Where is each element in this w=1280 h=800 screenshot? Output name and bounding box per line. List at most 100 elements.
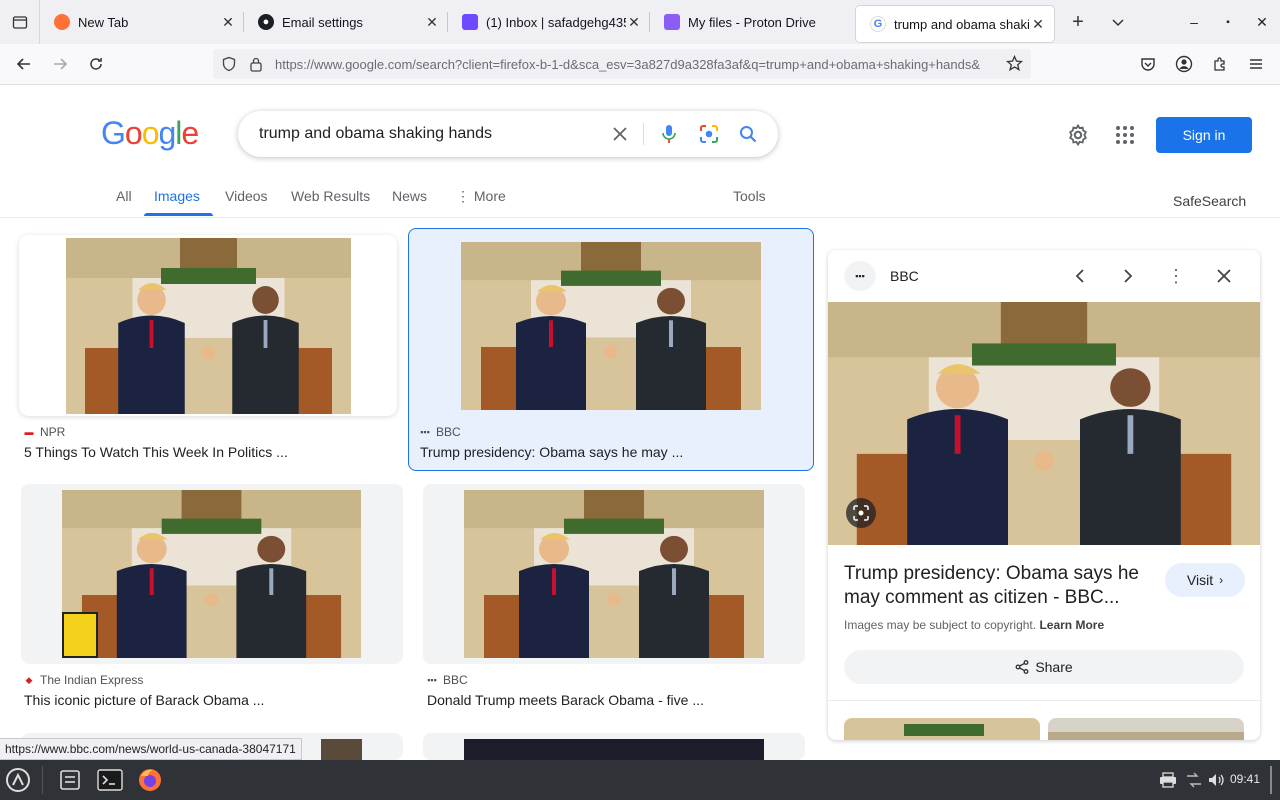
tab-web-results[interactable]: Web Results: [291, 188, 370, 204]
result-source[interactable]: ◆ The Indian Express: [24, 673, 144, 687]
new-tab-button[interactable]: +: [1060, 4, 1096, 40]
result-caption[interactable]: Donald Trump meets Barack Obama - five .…: [427, 692, 704, 708]
image-result-partial[interactable]: [423, 733, 805, 760]
google-logo[interactable]: Google: [101, 115, 199, 152]
lock-icon: [250, 57, 262, 72]
link-status-url: https://www.bbc.com/news/world-us-canada…: [0, 738, 302, 760]
tools-button[interactable]: Tools: [733, 188, 766, 204]
shield-icon: [222, 56, 236, 72]
pocket-icon: [1141, 58, 1155, 71]
sign-in-button[interactable]: Sign in: [1156, 117, 1252, 153]
google-lens-icon: [700, 125, 718, 143]
panel-source[interactable]: BBC: [890, 268, 919, 284]
related-image[interactable]: [844, 718, 1040, 740]
menu-button[interactable]: [1240, 48, 1272, 80]
tab-images[interactable]: Images: [154, 188, 200, 204]
firefox-view-button[interactable]: [0, 0, 40, 44]
learn-more-link[interactable]: Learn More: [1039, 618, 1104, 632]
forward-button[interactable]: [44, 48, 76, 80]
github-icon: ●: [258, 14, 274, 30]
printer-icon: [1160, 772, 1176, 788]
related-image[interactable]: [1048, 718, 1244, 740]
result-source[interactable]: ▪▪▪ BBC: [427, 673, 467, 687]
close-icon[interactable]: ✕: [1030, 16, 1046, 32]
logo-letter: o: [124, 115, 143, 151]
account-button[interactable]: [1168, 48, 1200, 80]
result-thumbnail[interactable]: [461, 242, 761, 410]
extensions-button[interactable]: [1204, 48, 1236, 80]
divider: [828, 700, 1260, 701]
panel-title[interactable]: Trump presidency: Obama says he may comm…: [844, 562, 1144, 610]
tab-all[interactable]: All: [116, 188, 132, 204]
tab-news[interactable]: News: [392, 188, 427, 204]
chevron-left-icon: [1075, 269, 1084, 283]
back-button[interactable]: [8, 48, 40, 80]
tab-proton-drive[interactable]: My files - Proton Drive: [650, 0, 856, 44]
close-icon[interactable]: ✕: [626, 14, 642, 30]
result-caption[interactable]: This iconic picture of Barack Obama ...: [24, 692, 264, 708]
bbc-favicon-icon: ▪▪▪: [427, 675, 437, 685]
image-result-npr[interactable]: [19, 235, 397, 416]
close-window-button[interactable]: ✕: [1246, 6, 1278, 38]
pocket-button[interactable]: [1132, 48, 1164, 80]
tab-google-search[interactable]: G trump and obama shaking hands ✕: [856, 6, 1054, 42]
file-manager-button[interactable]: [54, 764, 86, 796]
more-options-button[interactable]: ⋮: [1161, 261, 1191, 291]
tab-title: New Tab: [78, 14, 129, 30]
next-image-button[interactable]: [1113, 261, 1143, 291]
firefox-icon: [139, 769, 161, 791]
tab-email-settings[interactable]: ● Email settings ✕: [244, 0, 448, 44]
logo-letter: o: [141, 115, 160, 151]
lens-button[interactable]: [846, 498, 876, 528]
firefox-taskbar-button[interactable]: [134, 764, 166, 796]
share-button[interactable]: Share: [844, 650, 1244, 684]
visit-button[interactable]: Visit ›: [1165, 563, 1245, 597]
more-vert-icon: ⋮: [1167, 265, 1185, 286]
tab-videos[interactable]: Videos: [225, 188, 268, 204]
result-source[interactable]: ▪▪▪ BBC: [420, 425, 460, 439]
image-result-indian-express[interactable]: [21, 484, 403, 664]
search-type-tabs: All Images Videos Web Results News ⋮ Mor…: [0, 176, 1280, 218]
terminal-button[interactable]: [94, 764, 126, 796]
puzzle-icon: [1214, 57, 1225, 71]
close-panel-button[interactable]: [1209, 261, 1239, 291]
minimize-button[interactable]: –: [1178, 6, 1210, 38]
lens-search-button[interactable]: [696, 121, 722, 147]
close-icon[interactable]: ✕: [220, 14, 236, 30]
safesearch-button[interactable]: SafeSearch: [1173, 193, 1246, 209]
maximize-button[interactable]: ▪: [1212, 6, 1244, 38]
reload-button[interactable]: [80, 48, 112, 80]
tab-more[interactable]: ⋮ More: [456, 188, 506, 205]
settings-button[interactable]: [1063, 120, 1093, 150]
logo-letter: g: [158, 115, 176, 151]
search-button[interactable]: [735, 121, 761, 147]
logo-letter: G: [101, 115, 126, 151]
result-caption[interactable]: 5 Things To Watch This Week In Politics …: [24, 444, 288, 460]
result-thumbnail[interactable]: [66, 238, 351, 414]
tab-title: My files - Proton Drive: [688, 14, 816, 30]
search-input[interactable]: trump and obama shaking hands: [259, 125, 492, 143]
list-all-tabs-button[interactable]: [1100, 4, 1136, 40]
tab-strip: New Tab ✕ ● Email settings ✕ (1) Inbox |…: [0, 0, 1280, 44]
voice-search-button[interactable]: [656, 121, 682, 147]
visit-label: Visit: [1186, 572, 1214, 588]
tab-new-tab[interactable]: New Tab ✕: [40, 0, 244, 44]
bookmark-star-icon: [1006, 55, 1023, 72]
close-icon[interactable]: ✕: [424, 14, 440, 30]
tab-inbox[interactable]: (1) Inbox | safadgehg435 ✕: [448, 0, 650, 44]
result-caption[interactable]: Trump presidency: Obama says he may ...: [420, 444, 683, 460]
preview-image[interactable]: [828, 302, 1260, 545]
address-bar[interactable]: https://www.google.com/search?client=fir…: [213, 49, 1031, 79]
clear-search-button[interactable]: [607, 121, 633, 147]
volume-tray-button[interactable]: [1200, 764, 1232, 796]
show-desktop-button[interactable]: [1270, 766, 1272, 794]
app-menu-button[interactable]: [2, 764, 34, 796]
previous-image-button[interactable]: [1065, 261, 1095, 291]
image-result-bbc-five[interactable]: [423, 484, 805, 664]
result-source[interactable]: ▬ NPR: [24, 425, 66, 439]
google-apps-button[interactable]: [1110, 120, 1140, 150]
clock: 09:41: [1230, 772, 1261, 786]
google-lens-icon: [853, 505, 869, 521]
search-box: trump and obama shaking hands: [238, 111, 778, 157]
search-icon: [740, 126, 757, 143]
